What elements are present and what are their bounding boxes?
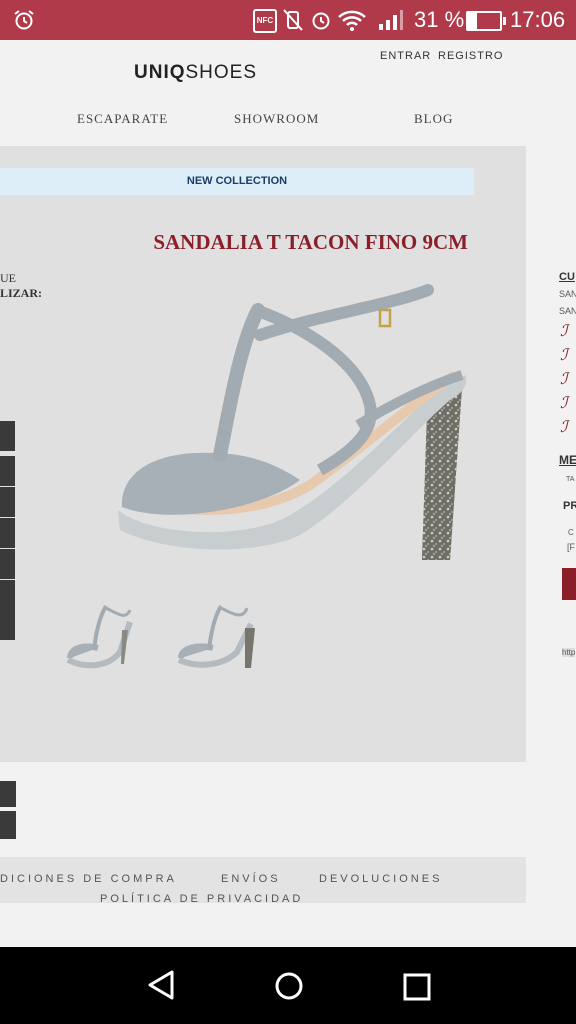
add-to-cart-button[interactable] (562, 568, 576, 600)
android-nav-bar (0, 947, 576, 1024)
size-option[interactable] (0, 456, 15, 486)
footer-link-returns[interactable]: DEVOLUCIONES (319, 873, 442, 885)
right-line-2: SAN (559, 306, 576, 316)
battery-icon (466, 11, 506, 31)
nav-blog[interactable]: BLOG (414, 111, 453, 127)
rating-mark: ℐ (560, 395, 568, 412)
right-http[interactable]: http (562, 648, 576, 657)
status-bar: NFC 31 % 17:06 (0, 0, 576, 40)
rating-mark: ℐ (560, 323, 568, 340)
login-link[interactable]: ENTRAR (380, 50, 431, 62)
logo-light-text: SHOES (185, 62, 258, 83)
size-option[interactable] (0, 518, 15, 548)
right-ta: TA (566, 476, 575, 483)
product-image[interactable] (110, 275, 475, 570)
new-collection-banner[interactable]: NEW COLLECTION (0, 168, 474, 195)
thumbnail-2[interactable] (175, 602, 265, 672)
size-option[interactable] (0, 610, 15, 640)
footer-link-privacy[interactable]: POLÍTICA DE PRIVACIDAD (100, 893, 303, 905)
right-line-1: SAN (559, 289, 576, 299)
register-link[interactable]: REGISTRO (438, 50, 503, 62)
footer-link-conditions[interactable]: DICIONES DE COMPRA (0, 873, 177, 885)
right-bracket: [F (567, 542, 575, 552)
rating-mark: ℐ (560, 419, 568, 436)
rating-mark: ℐ (560, 371, 568, 388)
thumbnail-1[interactable] (64, 602, 136, 672)
size-option[interactable] (0, 580, 15, 610)
size-option[interactable] (0, 549, 15, 579)
signal-icon (379, 10, 403, 30)
recents-icon[interactable] (403, 973, 431, 1001)
site-logo[interactable]: UNIQSHOES (134, 62, 257, 84)
wifi-icon (338, 10, 366, 31)
clock: 17:06 (510, 7, 566, 32)
option-square[interactable] (0, 781, 16, 807)
right-c: C (568, 528, 574, 537)
right-me: ME (559, 453, 576, 467)
logo-bold-text: UNIQ (134, 62, 186, 83)
alarm-icon (14, 10, 34, 30)
size-option[interactable] (0, 487, 15, 517)
nav-showroom[interactable]: SHOWROOM (234, 111, 319, 127)
product-title: SANDALIA T TACON FINO 9CM (153, 230, 468, 254)
nfc-icon: NFC (253, 9, 277, 33)
side-label-1: UE (0, 271, 16, 285)
rating-mark: ℐ (560, 347, 568, 364)
right-heading: CU (559, 271, 575, 283)
right-pr: PR (563, 500, 576, 512)
option-square[interactable] (0, 811, 16, 839)
side-label-2: LIZAR: (0, 286, 43, 300)
battery-percent: 31 % (414, 7, 465, 32)
alarm-icon-2 (312, 12, 330, 30)
nav-escaparate[interactable]: ESCAPARATE (77, 111, 168, 127)
size-option[interactable] (0, 421, 15, 451)
muted-vibrate-icon (283, 9, 303, 31)
back-icon[interactable] (146, 969, 176, 1001)
home-icon[interactable] (274, 971, 304, 1001)
footer-link-shipping[interactable]: ENVÍOS (221, 873, 281, 885)
